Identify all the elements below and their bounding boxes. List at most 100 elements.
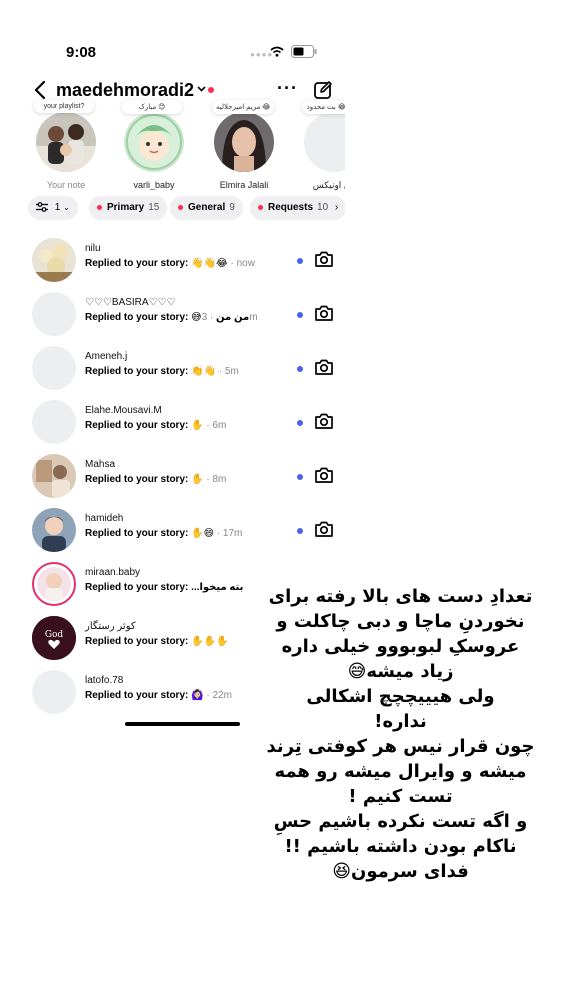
conversation-preview: Replied to your story: 😅من من · 3m — [85, 312, 258, 323]
chevron-right-icon: › — [334, 202, 339, 213]
conversation-username: latofo.78 — [85, 675, 124, 686]
filter-chips: 1 ⌄ Primary 15 General 9 Requests 10 › — [20, 196, 345, 220]
conversation-preview: Replied to your story: 👏👋 · 5m — [85, 366, 239, 377]
unread-dot — [297, 258, 303, 264]
more-options-icon[interactable]: ··· — [277, 78, 298, 99]
filter-settings-chip[interactable]: 1 ⌄ — [28, 196, 78, 220]
conversation-username: hamideh — [85, 513, 124, 524]
unread-dot — [297, 474, 303, 480]
tab-requests-label: Requests — [268, 202, 314, 213]
avatar — [32, 508, 76, 552]
home-indicator — [125, 722, 240, 726]
caption-line: چون قرار نیس هر کوفتی تِرند — [261, 735, 540, 758]
caption-line: فدای سرمون😆 — [327, 860, 474, 883]
avatar — [36, 112, 96, 172]
avatar — [32, 238, 76, 282]
unread-dot — [97, 204, 102, 210]
conversation-username: کوثر رستگار — [85, 621, 136, 632]
caption-line: ولی هیییچچچ اشکالی — [301, 685, 500, 708]
avatar — [32, 562, 76, 606]
conversation-preview: Replied to your story: ✋😄 · 17m — [85, 528, 243, 539]
tab-general-label: General — [188, 202, 226, 213]
conversation-row[interactable]: nilu Replied to your story: 👋👋😂 · now — [20, 234, 345, 288]
camera-icon[interactable] — [314, 358, 334, 376]
status-bar: 9:08 ●●●● — [20, 30, 345, 74]
unread-dot — [258, 204, 263, 210]
unread-dot — [297, 312, 303, 318]
avatar — [32, 670, 76, 714]
chevron-down-icon[interactable] — [197, 86, 206, 92]
avatar — [32, 346, 76, 390]
unread-dot — [297, 528, 303, 534]
svg-text:God: God — [45, 630, 64, 640]
conversation-username: Ameneh.j — [85, 351, 128, 362]
note-bubble: سد 😂 بت محدود — [302, 100, 345, 114]
note-name: Elmira Jalali — [219, 180, 269, 190]
unread-dot — [178, 204, 183, 210]
conversation-username: nilu — [85, 243, 101, 254]
caption-line: نداره! — [369, 710, 432, 733]
conversation-preview: Replied to your story: 🙆🏻‍♀️ · 22m — [85, 690, 232, 701]
note-name: Your note — [46, 180, 86, 190]
caption-line: تست کنیم ! — [343, 785, 458, 808]
account-username[interactable]: maedehmoradi2 — [56, 80, 194, 101]
camera-icon[interactable] — [314, 250, 334, 268]
camera-icon[interactable] — [314, 520, 334, 538]
conversation-row[interactable]: hamideh Replied to your story: ✋😄 · 17m — [20, 504, 345, 558]
tab-general[interactable]: General 9 — [170, 196, 243, 220]
note-bubble: your playlist? — [34, 100, 94, 113]
avatar — [124, 112, 184, 172]
tab-requests[interactable]: Requests 10 › — [250, 196, 345, 220]
status-time: 9:08 — [66, 44, 97, 61]
camera-icon[interactable] — [314, 412, 334, 430]
caption-line: زیاد میشه😅 — [342, 660, 459, 683]
tab-primary-label: Primary — [107, 202, 145, 213]
unread-dot — [297, 366, 303, 372]
conversation-preview: Replied to your story: ✋ · 6m — [85, 420, 227, 431]
caption-line: ناکام بودن داشته باشیم !! — [279, 835, 522, 858]
camera-icon[interactable] — [314, 304, 334, 322]
conversation-preview: Replied to your story: ✋✋✋ — [85, 636, 229, 647]
conversation-username: miraan.baby — [85, 567, 141, 578]
avatar — [32, 292, 76, 336]
conversation-row[interactable]: Ameneh.j Replied to your story: 👏👋 · 5m — [20, 342, 345, 396]
caption-line: عروسکِ لبوبووو خیلی داره — [276, 635, 525, 658]
camera-icon[interactable] — [314, 466, 334, 484]
caption-line: نخوردنِ ماچا و دبی چاکلت و — [271, 610, 530, 633]
new-message-icon[interactable] — [313, 80, 333, 100]
sliders-icon — [36, 202, 48, 213]
conversation-preview: Replied to your story: ...بته میخوا — [85, 582, 244, 593]
note-bubble: مبارک 😊 — [122, 100, 182, 114]
battery-icon — [291, 45, 317, 58]
avatar — [32, 400, 76, 444]
tab-primary-count: 15 — [148, 202, 160, 213]
conversation-row[interactable]: Elahe.Mousavi.M Replied to your story: ✋… — [20, 396, 345, 450]
conversation-username: Mahsa — [85, 459, 116, 470]
tab-requests-count: 10 — [317, 202, 329, 213]
note-name: ری اونیکس — [312, 180, 345, 190]
conversation-preview: Replied to your story: ✋ · 8m — [85, 474, 227, 485]
conversation-username: Elahe.Mousavi.M — [85, 405, 162, 416]
avatar — [32, 454, 76, 498]
unread-dot — [297, 420, 303, 426]
caption-line: میشه و وایرال میشه رو همه — [269, 760, 532, 783]
avatar — [304, 112, 345, 172]
caption-line: تعدادِ دست های بالا رفته برای — [263, 585, 538, 608]
tab-general-count: 9 — [229, 202, 235, 213]
note-bubble: مریم امیرجلالیه 😂 — [212, 100, 275, 114]
avatar — [214, 112, 274, 172]
story-caption: تعدادِ دست های بالا رفته برای نخوردنِ ما… — [238, 585, 563, 885]
conversation-preview: Replied to your story: 👋👋😂 · now — [85, 258, 255, 269]
caption-line: و اگه تست نکرده باشیم حسِ — [268, 810, 533, 833]
filter-count: 1 — [54, 202, 61, 213]
note-name: varli_baby — [133, 180, 175, 190]
avatar: God — [32, 616, 76, 660]
conversation-row[interactable]: ♡♡♡BASIRA♡♡♡ Replied to your story: 😅من … — [20, 288, 345, 342]
tab-primary[interactable]: Primary 15 — [89, 196, 168, 220]
notification-dot — [208, 87, 214, 93]
chevron-down-icon: ⌄ — [63, 203, 70, 212]
conversation-username: ♡♡♡BASIRA♡♡♡ — [85, 297, 176, 308]
wifi-icon — [270, 46, 284, 57]
back-arrow-icon[interactable] — [34, 80, 46, 100]
conversation-row[interactable]: Mahsa Replied to your story: ✋ · 8m — [20, 450, 345, 504]
